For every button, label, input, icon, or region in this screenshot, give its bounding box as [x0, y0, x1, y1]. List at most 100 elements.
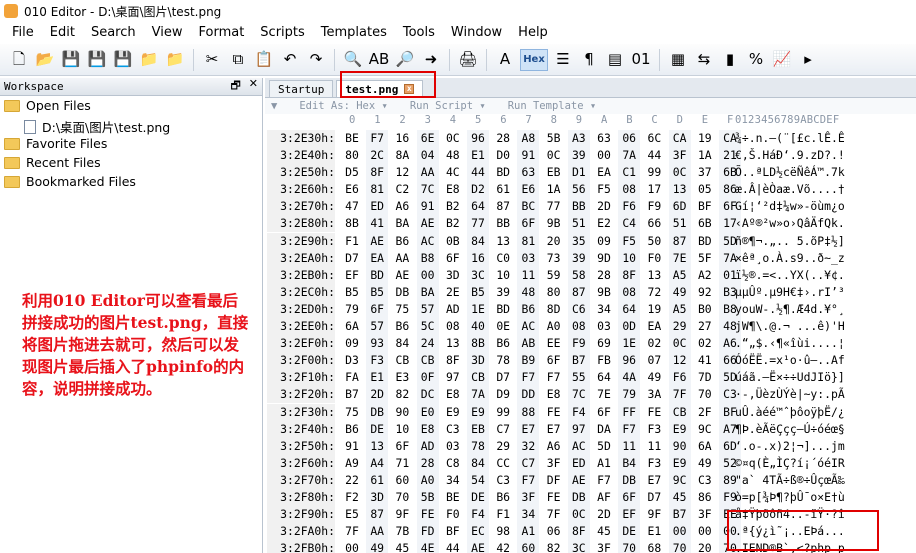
hex-byte[interactable]: 8B	[467, 335, 489, 352]
row-chars[interactable]: "a` 4TÃ÷ß®÷ÛçœÃ‰	[735, 472, 845, 489]
hex-byte[interactable]: F1	[492, 506, 514, 523]
hex-row[interactable]: 3:2F00h: D3 F3 CB CB 8F 3D 78 B9 6F B7 FB 96 07 12 41 66…	[265, 352, 916, 370]
hex-byte[interactable]: 08	[618, 181, 640, 198]
hex-byte[interactable]: E7	[517, 421, 539, 438]
hex-byte[interactable]: 61	[366, 472, 388, 489]
hex-byte[interactable]: BA	[391, 215, 413, 232]
hex-byte[interactable]: 82	[543, 540, 565, 553]
hex-byte[interactable]: 69	[593, 335, 615, 352]
hex-byte[interactable]: 93	[366, 335, 388, 352]
hex-byte[interactable]: 49	[694, 455, 716, 472]
row-chars[interactable]: Õ..ªLD½cëÑêÁ™.7k	[735, 164, 845, 181]
hex-byte[interactable]: 2C	[366, 147, 388, 164]
hex-byte[interactable]: 28	[417, 455, 439, 472]
hex-byte[interactable]: 63	[593, 130, 615, 147]
open-file-icon[interactable]: 📂	[34, 49, 56, 71]
hex-byte[interactable]: A6	[543, 438, 565, 455]
hex-byte[interactable]: 8B	[341, 215, 363, 232]
hex-row[interactable]: 3:2F30h: 75 DB 90 E0 E9 E9 99 88 FE F4 6F FF FE CB 2F BF…	[265, 403, 916, 421]
hex-row[interactable]: 3:2E40h: 80 2C 8A 04 48 E1 D0 91 0C 39 00 7A 44 3F 1A 21…	[265, 147, 916, 165]
hex-byte[interactable]: DB	[391, 284, 413, 301]
hex-byte[interactable]: F1	[341, 233, 363, 250]
hex-byte[interactable]: D3	[341, 352, 363, 369]
hex-row[interactable]: 3:2F10h: FA E1 E3 0F 97 CB D7 F7 F7 55 64 4A 49 F6 7D 5D…	[265, 369, 916, 387]
hex-byte[interactable]: 71	[391, 455, 413, 472]
hex-byte[interactable]: F3	[643, 455, 665, 472]
hex-byte[interactable]: 97	[568, 421, 590, 438]
hex-byte[interactable]: A1	[593, 455, 615, 472]
hex-byte[interactable]: C7	[517, 455, 539, 472]
menu-format[interactable]: Format	[190, 22, 252, 44]
hex-byte[interactable]: C1	[618, 164, 640, 181]
hex-byte[interactable]: DE	[467, 489, 489, 506]
hex-byte[interactable]: 40	[467, 318, 489, 335]
hex-byte[interactable]: E7	[543, 421, 565, 438]
hex-byte[interactable]: 6C	[643, 130, 665, 147]
hex-byte[interactable]: D7	[492, 369, 514, 386]
hex-byte[interactable]: F7	[543, 369, 565, 386]
hex-byte[interactable]: E0	[417, 404, 439, 421]
row-chars[interactable]: Gí¦‘²d‡¼w»-öùm¿o	[735, 198, 845, 215]
hex-byte[interactable]: AE	[568, 472, 590, 489]
hex-byte[interactable]: CB	[467, 369, 489, 386]
hex-row[interactable]: 3:2E80h: 8B 41 BA AE B2 77 BB 6F 9B 51 E2 C4 66 51 6B 17…	[265, 215, 916, 233]
hex-byte[interactable]: 6F	[442, 250, 464, 267]
hex-byte[interactable]: 3F	[694, 506, 716, 523]
percent-icon[interactable]: %	[745, 49, 767, 71]
tree-folder-open-files[interactable]: Open Files	[4, 98, 91, 113]
hex-byte[interactable]: FE	[543, 489, 565, 506]
row-chars[interactable]: ÓóËË.=x¹o·û–..Af	[735, 352, 845, 369]
hex-byte[interactable]: A3	[568, 130, 590, 147]
subbar-edit-menu[interactable]: Edit As: Hex ▾	[299, 100, 388, 112]
replace-icon[interactable]: AB	[368, 49, 390, 71]
hex-byte[interactable]: F4	[568, 404, 590, 421]
cut-icon[interactable]: ✂	[201, 49, 223, 71]
hex-byte[interactable]: AF	[593, 489, 615, 506]
hex-byte[interactable]: 03	[517, 250, 539, 267]
hex-byte[interactable]: 00	[341, 540, 363, 553]
hex-byte[interactable]: 54	[467, 472, 489, 489]
hex-byte[interactable]: 34	[517, 506, 539, 523]
hex-byte[interactable]: E9	[669, 421, 691, 438]
hex-byte[interactable]: B5	[467, 284, 489, 301]
hex-byte[interactable]: AE	[417, 215, 439, 232]
hex-byte[interactable]: 09	[341, 335, 363, 352]
hex-byte[interactable]: 80	[341, 147, 363, 164]
hex-byte[interactable]: 81	[517, 233, 539, 250]
hex-byte[interactable]: C8	[442, 455, 464, 472]
hex-byte[interactable]: B7	[568, 352, 590, 369]
more-icon[interactable]: ▸	[797, 49, 819, 71]
hex-byte[interactable]: 11	[643, 438, 665, 455]
hex-byte[interactable]: BD	[366, 267, 388, 284]
find-in-files-icon[interactable]: 🔎	[394, 49, 416, 71]
hex-byte[interactable]: B7	[669, 506, 691, 523]
hex-byte[interactable]: ED	[568, 455, 590, 472]
hex-byte[interactable]: BF	[694, 198, 716, 215]
hex-byte[interactable]: 8F	[618, 267, 640, 284]
hex-byte[interactable]: B7	[341, 386, 363, 403]
hex-byte[interactable]: D0	[492, 147, 514, 164]
hex-byte[interactable]: 27	[694, 318, 716, 335]
hex-byte[interactable]: DE	[366, 421, 388, 438]
hex-row[interactable]: 3:2F60h: A9 A4 71 28 C8 84 CC C7 3F ED A1 B4 F3 E9 49 52…	[265, 454, 916, 472]
hex-row[interactable]: 3:2E50h: D5 8F 12 AA 4C 44 BD 63 EB D1 EA C1 99 0C 37 6B…	[265, 164, 916, 182]
row-chars[interactable]: jW¶\.@.¬ ...ê)'H	[735, 318, 845, 335]
redo-icon[interactable]: ↷	[305, 49, 327, 71]
hex-byte[interactable]: B2	[442, 198, 464, 215]
hex-byte[interactable]: BA	[417, 284, 439, 301]
hex-byte[interactable]: D7	[341, 250, 363, 267]
hex-byte[interactable]: 0C	[568, 506, 590, 523]
row-chars[interactable]: æ.Â|èÒaæ.Võ....†	[735, 181, 845, 198]
row-chars[interactable]: µµÛº.µ9H€‡›.rI’³	[735, 284, 845, 301]
hex-byte[interactable]: 04	[417, 147, 439, 164]
hex-byte[interactable]: 3F	[543, 455, 565, 472]
hex-byte[interactable]: BD	[492, 164, 514, 181]
hex-byte[interactable]: E1	[467, 147, 489, 164]
hex-byte[interactable]: 64	[618, 301, 640, 318]
hex-byte[interactable]: A5	[669, 301, 691, 318]
save-all-icon[interactable]: 💾	[112, 49, 134, 71]
hex-byte[interactable]: 60	[517, 540, 539, 553]
row-chars[interactable]: ©¤q(È„ÌÇ?í¡´óéIR	[735, 455, 845, 472]
hex-byte[interactable]: 34	[442, 472, 464, 489]
text-mode-icon[interactable]: ☰	[552, 49, 574, 71]
